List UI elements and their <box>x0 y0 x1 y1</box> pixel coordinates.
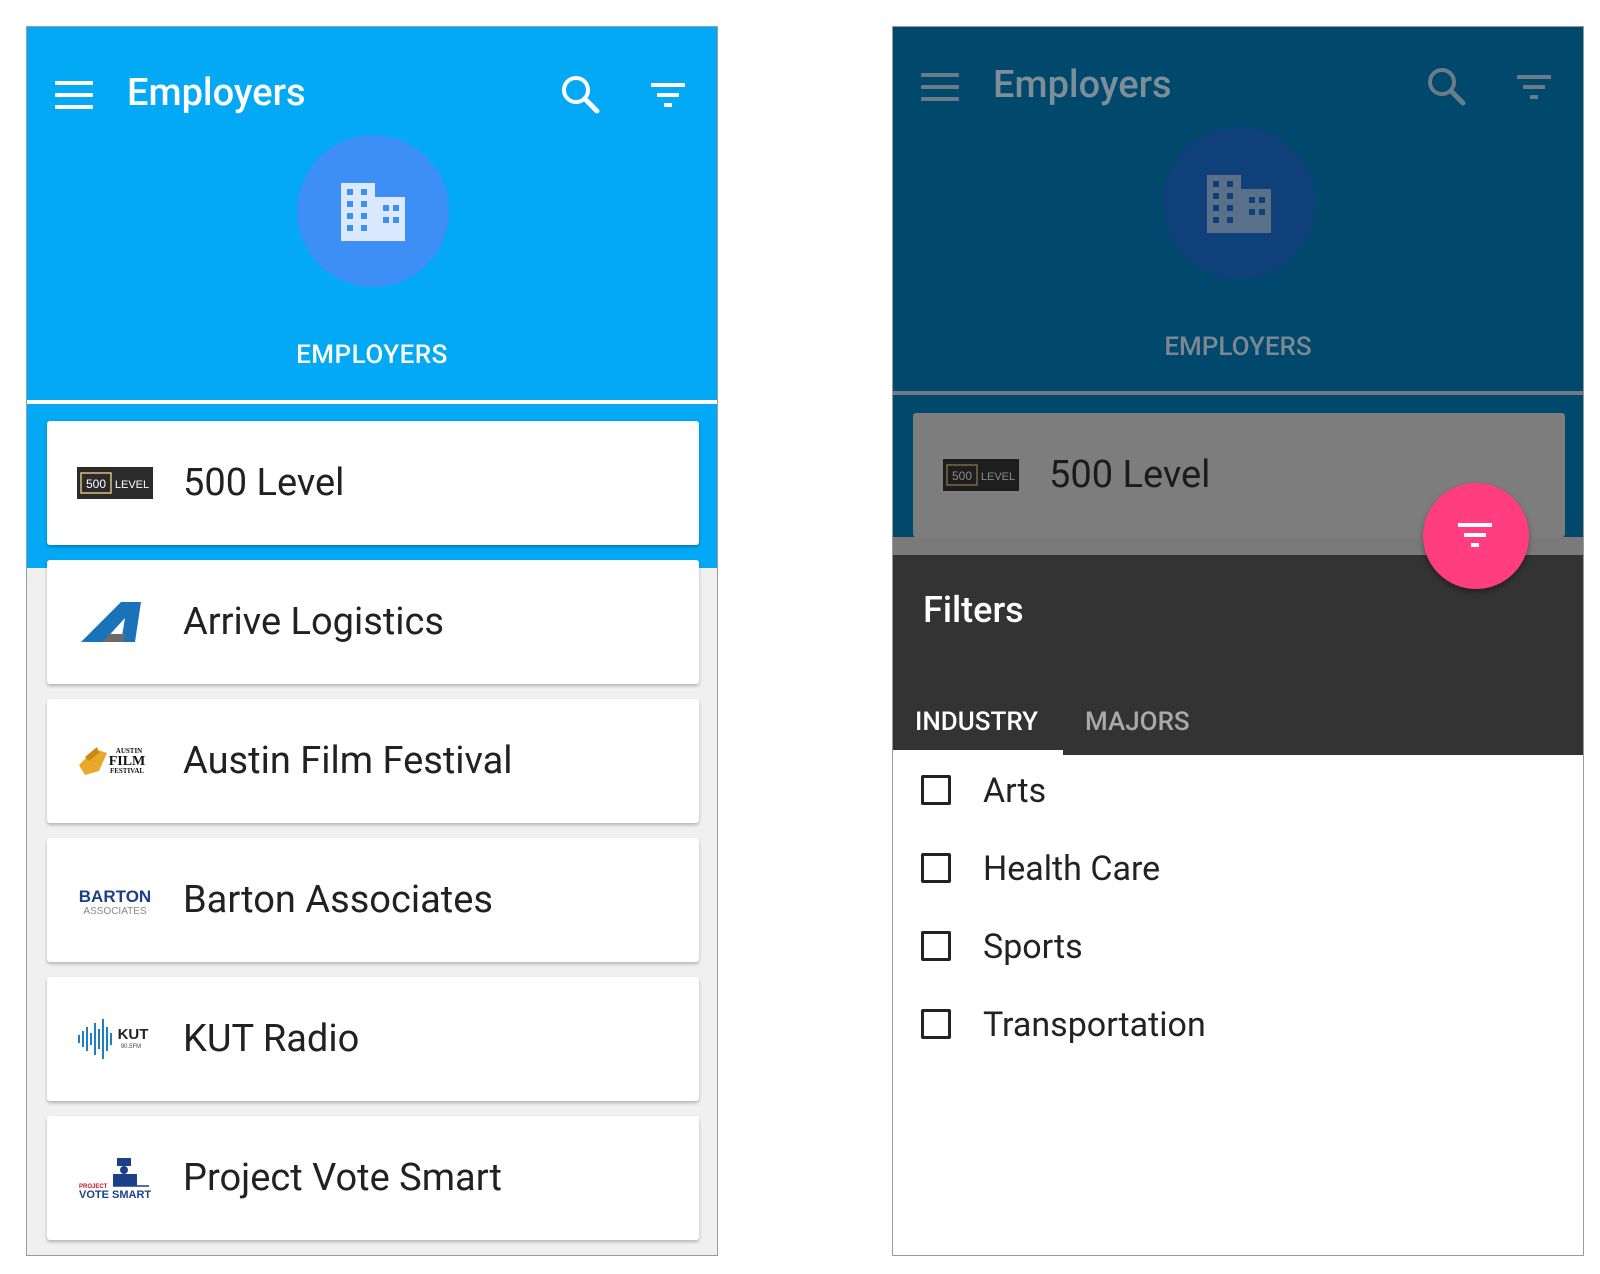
barton-associates-logo: BARTON ASSOCIATES <box>77 878 153 922</box>
employer-name: 500 Level <box>1049 453 1211 497</box>
employer-name: Austin Film Festival <box>183 739 513 783</box>
option-label: Health Care <box>983 849 1161 889</box>
employer-card-500-level[interactable]: 500 LEVEL 500 Level <box>47 421 699 545</box>
employer-category-avatar <box>297 135 449 287</box>
filters-screen: Employers EMPLOYERS 500 LEVEL 500 Level … <box>892 26 1584 1256</box>
employer-name: Arrive Logistics <box>183 600 445 644</box>
dimmed-app-bar: Employers EMPLOYERS <box>893 27 1583 395</box>
page-title: Employers <box>993 63 1172 107</box>
svg-text:500: 500 <box>86 477 106 491</box>
employer-card-barton-associates[interactable]: BARTON ASSOCIATES Barton Associates <box>47 838 699 962</box>
austin-film-festival-logo: AUSTIN FILM FESTIVAL <box>77 739 153 783</box>
arrive-logistics-logo <box>77 600 153 644</box>
tab-indicator <box>893 750 1063 755</box>
svg-text:BARTON: BARTON <box>79 887 151 906</box>
filter-icon <box>1513 67 1561 115</box>
employer-list: 500 LEVEL 500 Level Arrive Logistics AUS… <box>47 421 699 1255</box>
employer-category-avatar <box>1163 127 1315 279</box>
employers-screen: Employers EMPLOYERS 500 LEVEL 500 Level … <box>26 26 718 1256</box>
500-level-logo: 500 LEVEL <box>77 461 153 505</box>
app-bar: Employers EMPLOYERS <box>27 27 717 404</box>
svg-text:500: 500 <box>952 469 972 483</box>
menu-icon[interactable] <box>55 81 93 109</box>
employer-name: Project Vote Smart <box>183 1156 502 1200</box>
option-label: Arts <box>983 771 1047 811</box>
option-label: Sports <box>983 927 1083 967</box>
employer-name: Barton Associates <box>183 878 493 922</box>
tab-employers[interactable]: EMPLOYERS <box>27 340 717 370</box>
svg-text:90.5FM: 90.5FM <box>121 1044 141 1050</box>
svg-text:ASSOCIATES: ASSOCIATES <box>83 906 146 917</box>
svg-text:LEVEL: LEVEL <box>115 479 149 491</box>
checkbox[interactable] <box>921 853 951 883</box>
filter-fab[interactable] <box>1423 483 1529 589</box>
search-icon[interactable] <box>557 71 605 119</box>
500-level-logo: 500 LEVEL <box>943 453 1019 497</box>
employer-card-kut-radio[interactable]: KUT 90.5FM KUT Radio <box>47 977 699 1101</box>
checkbox[interactable] <box>921 1009 951 1039</box>
filter-icon[interactable] <box>647 75 695 123</box>
building-icon <box>341 183 405 241</box>
tab-employers: EMPLOYERS <box>1164 332 1312 362</box>
checkbox[interactable] <box>921 931 951 961</box>
employer-name: 500 Level <box>183 461 345 505</box>
menu-icon <box>921 73 959 101</box>
employer-name: KUT Radio <box>183 1017 360 1061</box>
checkbox[interactable] <box>921 775 951 805</box>
kut-radio-logo: KUT 90.5FM <box>77 1017 153 1061</box>
page-title: Employers <box>127 71 306 115</box>
project-vote-smart-logo: PROJECT VOTE SMART <box>77 1156 153 1201</box>
filters-title: Filters <box>923 589 1024 631</box>
filter-icon <box>1458 523 1492 547</box>
employer-card-arrive-logistics[interactable]: Arrive Logistics <box>47 560 699 684</box>
svg-text:FESTIVAL: FESTIVAL <box>110 767 144 775</box>
employer-card-austin-film-festival[interactable]: AUSTIN FILM FESTIVAL Austin Film Festiva… <box>47 699 699 823</box>
employer-card-project-vote-smart[interactable]: PROJECT VOTE SMART Project Vote Smart <box>47 1116 699 1240</box>
svg-text:KUT: KUT <box>118 1026 149 1043</box>
search-icon <box>1423 63 1471 111</box>
tab-majors[interactable]: MAJORS <box>1085 707 1190 737</box>
option-label: Transportation <box>983 1005 1206 1045</box>
svg-text:VOTE SMART: VOTE SMART <box>79 1189 151 1200</box>
tab-industry[interactable]: INDUSTRY <box>915 707 1038 737</box>
building-icon <box>1207 175 1271 233</box>
svg-text:LEVEL: LEVEL <box>981 471 1015 483</box>
